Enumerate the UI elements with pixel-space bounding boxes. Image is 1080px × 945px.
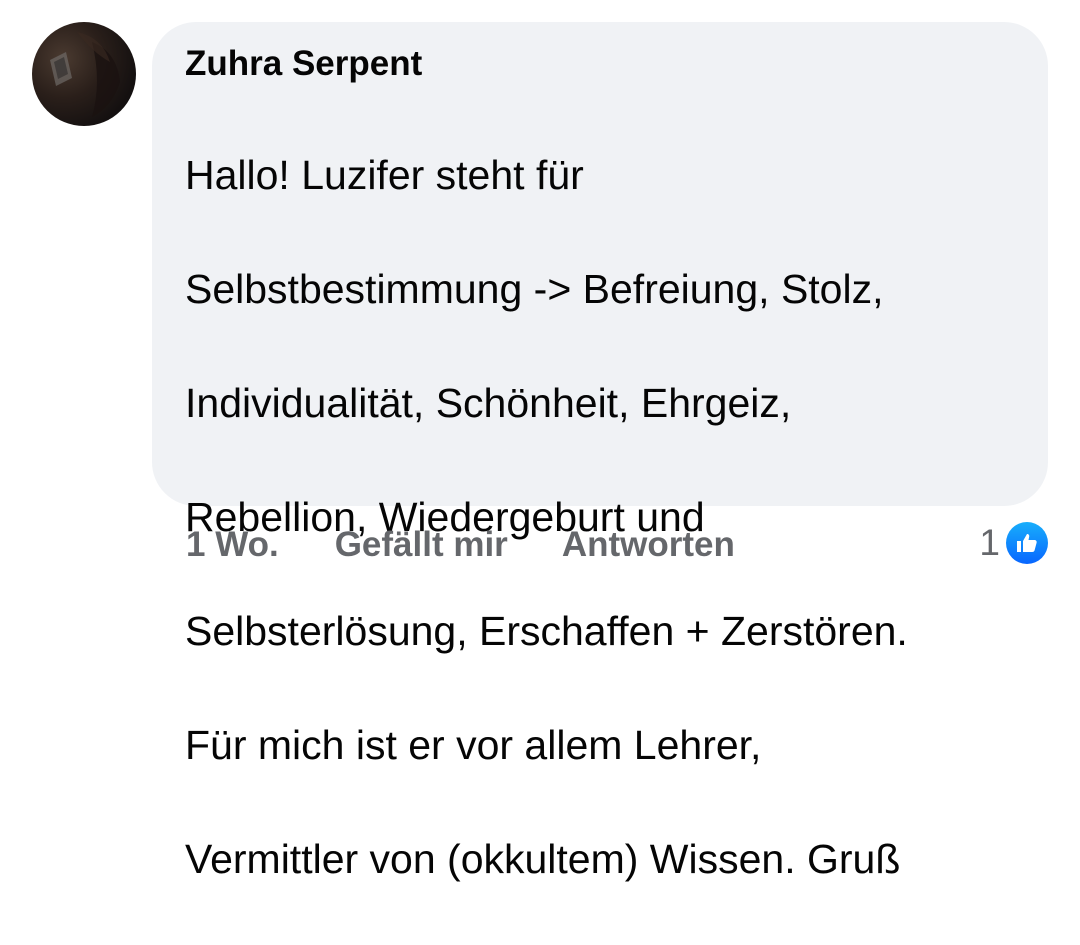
comment-actions: 1 Wo. Gefällt mir Antworten <box>186 522 789 568</box>
comment-text-line: Selbsterlösung, Erschaffen + Zerstören. <box>185 608 908 654</box>
author-avatar[interactable] <box>32 22 136 126</box>
comment-timestamp[interactable]: 1 Wo. <box>186 525 279 565</box>
like-button[interactable]: Gefällt mir <box>335 525 508 565</box>
comment-text-line: Hallo! Luzifer steht für <box>185 152 584 198</box>
comment-text-line: Selbstbestimmung -> Befreiung, Stolz, <box>185 266 884 312</box>
comment-bubble: Zuhra Serpent Hallo! Luzifer steht für S… <box>152 22 1048 882</box>
avatar-image <box>50 32 120 117</box>
reply-button[interactable]: Antworten <box>562 525 735 565</box>
comment-author-name[interactable]: Zuhra Serpent <box>185 42 1018 86</box>
comment-text-line: Individualität, Schönheit, Ehrgeiz, <box>185 380 792 426</box>
reactions-summary[interactable]: 1 <box>979 518 1048 568</box>
comment-text-line: Für mich ist er vor allem Lehrer, <box>185 722 762 768</box>
comment-text-line: Vermittler von (okkultem) Wissen. Gruß <box>185 836 901 882</box>
reaction-count: 1 <box>979 522 1000 563</box>
thumbs-up-icon <box>1006 522 1048 564</box>
comment-text: Hallo! Luzifer steht für Selbstbestimmun… <box>185 90 1018 945</box>
